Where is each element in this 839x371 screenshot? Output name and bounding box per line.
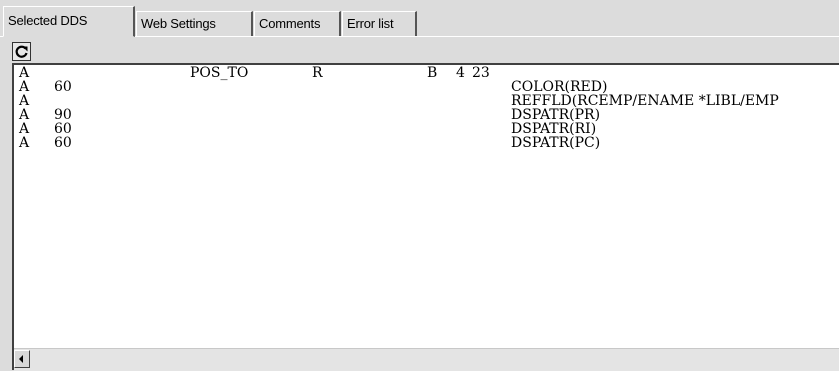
- keyword: COLOR(RED): [511, 79, 608, 95]
- indicator: 60: [54, 79, 72, 95]
- tab-selected-dds[interactable]: Selected DDS: [3, 6, 135, 37]
- usage: B: [427, 65, 438, 81]
- keyword: DSPATR(RI): [511, 121, 597, 137]
- indicator: 60: [54, 121, 72, 137]
- reference: R: [312, 65, 323, 81]
- form-type: A: [19, 65, 30, 81]
- indicator: 60: [54, 135, 72, 151]
- keyword: DSPATR(PC): [511, 135, 601, 151]
- code-line: A 60 COLOR(RED): [14, 79, 607, 95]
- refresh-button[interactable]: [12, 42, 31, 61]
- field-name: POS_TO: [190, 65, 249, 81]
- keyword: REFFLD(RCEMP/ENAME *LIBL/EMP: [511, 93, 779, 109]
- line-number: 4: [456, 65, 465, 81]
- dds-source-editor[interactable]: A POS_TO R B 4 23 A 60 COLOR(RED) A REFF…: [12, 63, 839, 370]
- code-line: A REFFLD(RCEMP/ENAME *LIBL/EMP: [14, 93, 779, 109]
- tab-web-settings[interactable]: Web Settings: [136, 11, 253, 36]
- code-line: A POS_TO R B 4 23: [14, 65, 490, 81]
- position: 23: [472, 65, 490, 81]
- code-line: A 90 DSPATR(PR): [14, 107, 600, 123]
- indicator: 90: [54, 107, 72, 123]
- form-type: A: [19, 79, 30, 95]
- form-type: A: [19, 135, 30, 151]
- left-arrow-icon[interactable]: [14, 350, 30, 368]
- code-line: A 60 DSPATR(RI): [14, 121, 596, 137]
- form-type: A: [19, 121, 30, 137]
- refresh-icon: [15, 45, 28, 58]
- horizontal-scrollbar[interactable]: [14, 348, 839, 371]
- code-line: A 60 DSPATR(PC): [14, 135, 600, 151]
- dds-designer-panel: Selected DDS Web Settings Comments Error…: [0, 0, 839, 371]
- tab-error-list[interactable]: Error list: [342, 11, 417, 36]
- tab-comments[interactable]: Comments: [254, 11, 341, 36]
- tab-strip: Selected DDS Web Settings Comments Error…: [0, 0, 839, 37]
- keyword: DSPATR(PR): [511, 107, 601, 123]
- form-type: A: [19, 93, 30, 109]
- form-type: A: [19, 107, 30, 123]
